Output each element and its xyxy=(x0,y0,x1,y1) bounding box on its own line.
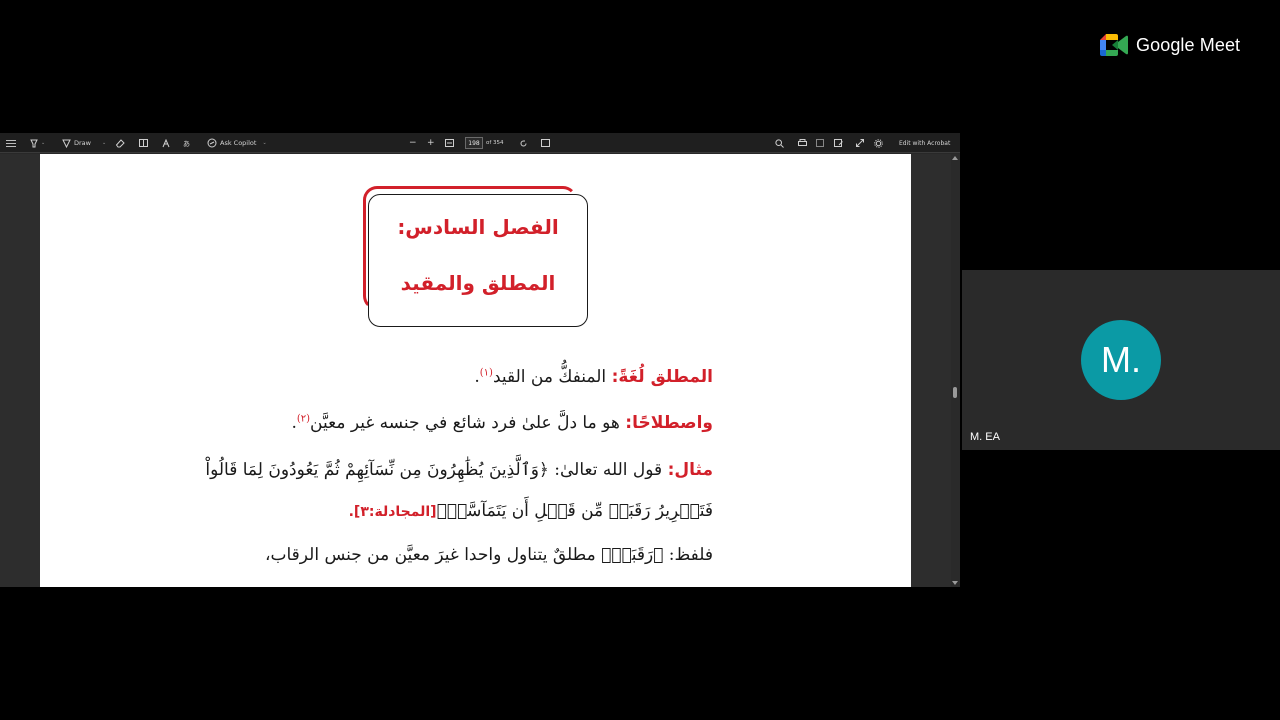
read-aloud-icon xyxy=(162,138,170,147)
save-as-icon xyxy=(834,139,843,147)
definition-linguistic: المطلق لُغَةً: المنفكُّ من القيد(١). xyxy=(474,367,713,387)
pdf-toolbar: ⌄ Draw ⌄ あ Ask Copilot ⌄ − + 198 of 354 … xyxy=(0,133,960,153)
svg-text:あ: あ xyxy=(183,140,190,147)
term-label: واصطلاحًا: xyxy=(625,413,713,433)
fit-page-button[interactable] xyxy=(445,133,454,153)
shared-screen: ⌄ Draw ⌄ あ Ask Copilot ⌄ − + 198 of 354 … xyxy=(0,133,960,587)
save-icon xyxy=(816,139,824,147)
full-screen-button[interactable] xyxy=(856,133,864,153)
print-button[interactable] xyxy=(798,133,807,153)
rotate-icon xyxy=(520,140,527,146)
page-number-input[interactable]: 198 xyxy=(465,137,483,149)
eraser-icon xyxy=(116,138,125,147)
quran-verse-text: قول الله تعالىٰ: ﴿وَٱلَّذِينَ يُظَٰهِرُو… xyxy=(205,460,668,480)
fit-width-icon xyxy=(445,139,454,147)
scroll-down-arrow-icon[interactable] xyxy=(952,581,958,585)
participant-name: M. EA xyxy=(970,431,1000,443)
list-icon xyxy=(6,140,16,147)
rotate-button[interactable] xyxy=(519,133,528,153)
pdf-page: الفصل السادس: المطلق والمقيد المطلق لُغَ… xyxy=(40,154,911,587)
page-layout-icon xyxy=(541,139,550,147)
footnote-marker[interactable]: (٢) xyxy=(297,413,310,424)
page-view-button[interactable] xyxy=(139,133,148,153)
chapter-title: الفصل السادس: xyxy=(397,215,559,239)
chapter-title-box: الفصل السادس: المطلق والمقيد xyxy=(368,194,588,327)
example-verse-continuation: فَتَحۡرِيرُ رَقَبَةٖ مِّن قَبۡلِ أَن يَت… xyxy=(349,501,713,521)
scrollbar-thumb[interactable] xyxy=(953,387,957,398)
explanation-text: فلفظ: ﴿رَقَبَةٖ﴾ مطلقٌ يتناول واحدا غيرَ… xyxy=(264,545,713,565)
quran-verse-text: فَتَحۡرِيرُ رَقَبَةٖ مِّن قَبۡلِ أَن يَت… xyxy=(436,501,713,521)
two-page-button[interactable] xyxy=(541,133,550,153)
chevron-down-icon: ⌄ xyxy=(262,140,267,146)
chevron-down-icon: ⌄ xyxy=(41,140,46,146)
gear-icon xyxy=(874,138,883,148)
definition-text: المنفكُّ من القيد xyxy=(492,367,612,387)
footnote-marker[interactable]: (١) xyxy=(480,367,493,378)
avatar: M. xyxy=(1081,320,1161,400)
print-icon xyxy=(798,139,807,146)
save-button[interactable] xyxy=(816,133,824,153)
ask-copilot-label: Ask Copilot xyxy=(220,139,257,147)
plus-icon: + xyxy=(427,138,435,148)
edit-with-acrobat-button[interactable]: Edit with Acrobat xyxy=(899,133,950,153)
translate-icon: あ xyxy=(183,140,190,147)
google-meet-logo: Google Meet xyxy=(1100,34,1240,56)
chevron-down-icon: ⌄ xyxy=(101,140,107,146)
page-navigator: 198 of 354 xyxy=(465,133,504,153)
document-viewport: الفصل السادس: المطلق والمقيد المطلق لُغَ… xyxy=(0,154,960,587)
vertical-scrollbar[interactable] xyxy=(951,154,960,587)
ask-copilot-button[interactable]: Ask Copilot ⌄ xyxy=(207,133,267,153)
google-meet-icon xyxy=(1100,34,1128,56)
eraser-button[interactable] xyxy=(116,133,125,153)
minus-icon: − xyxy=(409,138,417,148)
definition-text: هو ما دلَّ علىٰ فرد شائع في جنسه غير معي… xyxy=(310,413,626,433)
settings-button[interactable] xyxy=(874,133,883,153)
translate-button[interactable]: あ xyxy=(183,133,193,153)
pen-icon xyxy=(62,139,71,148)
verse-reference: [المجادلة:٣]. xyxy=(348,504,437,520)
google-meet-brand: Google Meet xyxy=(1136,34,1241,55)
term-label: المطلق لُغَةً: xyxy=(611,367,713,387)
search-icon xyxy=(775,138,784,148)
edit-with-acrobat-label: Edit with Acrobat xyxy=(899,139,951,147)
highlighter-icon xyxy=(30,139,38,147)
zoom-in-button[interactable]: + xyxy=(427,133,435,153)
expand-icon xyxy=(856,139,864,147)
definition-technical: واصطلاحًا: هو ما دلَّ علىٰ فرد شائع في ج… xyxy=(291,413,713,433)
example-line: مثال: قول الله تعالىٰ: ﴿وَٱلَّذِينَ يُظَ… xyxy=(205,459,713,480)
copilot-icon xyxy=(207,138,217,148)
explanation-line: فلفظ: ﴿رَقَبَةٖ﴾ مطلقٌ يتناول واحدا غيرَ… xyxy=(265,545,713,565)
term-label: مثال: xyxy=(667,460,713,480)
sidebar-toggle-button[interactable] xyxy=(6,133,16,153)
scroll-up-arrow-icon[interactable] xyxy=(952,156,958,160)
page-total: of 354 xyxy=(486,140,504,146)
save-as-button[interactable] xyxy=(834,133,843,153)
read-aloud-button[interactable] xyxy=(162,133,171,153)
draw-label: Draw xyxy=(74,139,91,147)
book-icon xyxy=(139,139,148,147)
chapter-subtitle: المطلق والمقيد xyxy=(400,271,556,295)
search-button[interactable] xyxy=(775,133,784,153)
draw-tool-button[interactable]: Draw ⌄ xyxy=(62,133,106,153)
highlight-tool-button[interactable]: ⌄ xyxy=(30,133,45,153)
zoom-out-button[interactable]: − xyxy=(409,133,417,153)
participant-tile[interactable]: M. M. EA xyxy=(962,270,1280,450)
